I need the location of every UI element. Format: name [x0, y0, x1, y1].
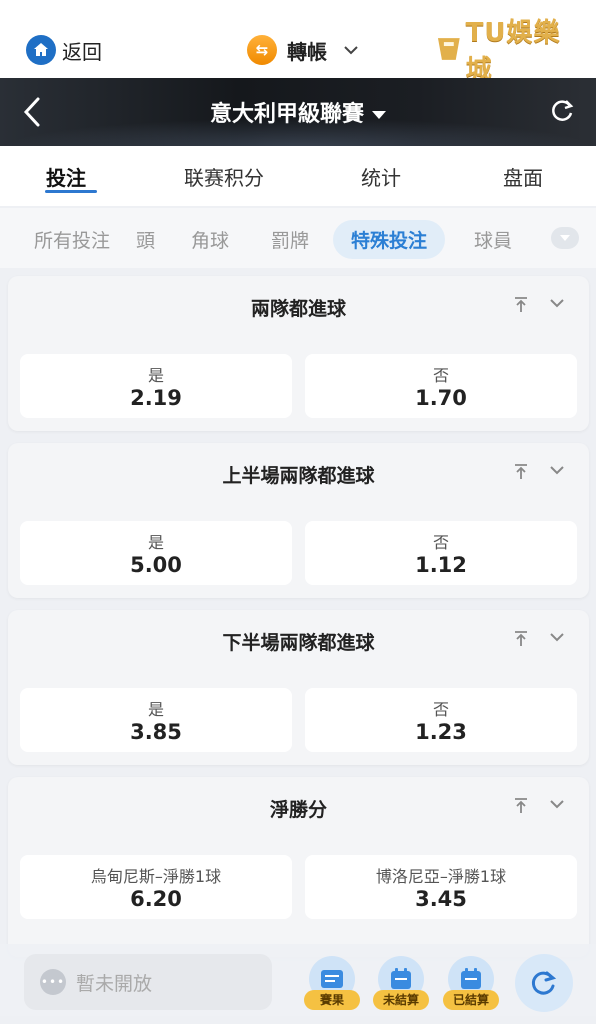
selection-odds: 1.23	[415, 720, 467, 744]
refresh-button[interactable]	[515, 954, 573, 1012]
selection-label: 否	[432, 700, 449, 719]
selection-label: 否	[432, 366, 449, 385]
selection-button[interactable]: 是 2.19	[20, 354, 292, 418]
market-title: 上半場兩隊都進球	[222, 465, 375, 487]
selection-button[interactable]: 是 3.85	[20, 688, 292, 752]
brand-logo: TU娛樂城	[436, 18, 586, 85]
subtab-corners[interactable]: 角球	[191, 226, 229, 253]
selection-odds: 3.85	[130, 720, 182, 744]
selection-button[interactable]: 是 5.00	[20, 521, 292, 585]
transfer-label: 轉帳	[287, 39, 327, 64]
bottom-bar: ••• 暫未開放 賽果 未結算 已結算	[0, 944, 596, 1024]
subtab-players[interactable]: 球員	[474, 226, 512, 253]
market-title: 淨勝分	[269, 799, 327, 821]
pin-top-icon[interactable]	[513, 296, 529, 314]
selection-label: 是	[147, 366, 164, 385]
subtab-head[interactable]: 頭	[136, 226, 155, 253]
pin-top-icon[interactable]	[513, 630, 529, 648]
unsettled-label: 未結算	[373, 990, 429, 1010]
selection-button[interactable]: 否 1.70	[305, 354, 577, 418]
settled-button[interactable]: 已結算	[443, 956, 501, 1014]
subtab-special[interactable]: 特殊投注	[333, 220, 446, 259]
active-tab-indicator	[45, 190, 97, 193]
chat-input[interactable]: ••• 暫未開放	[24, 954, 272, 1010]
selection-label: 烏甸尼斯–淨勝1球	[90, 867, 222, 886]
league-header: 意大利甲級聯賽	[0, 78, 596, 146]
transfer-button[interactable]: ⇆ 轉帳	[247, 35, 359, 65]
league-selector[interactable]: 意大利甲級聯賽	[0, 96, 596, 128]
collapse-chevron-icon[interactable]	[549, 797, 565, 811]
selection-odds: 1.12	[415, 553, 467, 577]
subtab-all[interactable]: 所有投注	[34, 226, 110, 253]
selection-button[interactable]: 否 1.12	[305, 521, 577, 585]
collapse-chevron-icon[interactable]	[549, 463, 565, 477]
market-card: 下半場兩隊都進球 是 3.85 否 1.23	[8, 610, 589, 765]
collapse-chevron-icon[interactable]	[549, 296, 565, 310]
refresh-icon[interactable]	[550, 98, 576, 124]
selection-label: 博洛尼亞–淨勝1球	[375, 867, 507, 886]
results-button[interactable]: 賽果	[304, 956, 362, 1014]
pin-top-icon[interactable]	[513, 797, 529, 815]
chevron-down-icon	[344, 46, 358, 55]
selection-odds: 3.45	[415, 887, 467, 911]
selection-odds: 2.19	[130, 386, 182, 410]
selection-button[interactable]: 否 1.23	[305, 688, 577, 752]
main-tabs: 投注 联赛积分 统计 盘面	[0, 146, 596, 206]
tab-board[interactable]: 盘面	[503, 162, 543, 191]
tab-statistics[interactable]: 统计	[361, 162, 401, 191]
top-bar: 返回 ⇆ 轉帳 TU娛樂城	[0, 0, 596, 85]
back-button[interactable]: 返回	[26, 35, 102, 65]
selection-odds: 6.20	[130, 887, 182, 911]
collapse-chevron-icon[interactable]	[549, 630, 565, 644]
selection-label: 是	[147, 700, 164, 719]
logo-emblem-icon	[437, 38, 460, 60]
tab-bet[interactable]: 投注	[46, 162, 86, 191]
settled-label: 已結算	[443, 990, 499, 1010]
market-filter-tabs: 所有投注 頭 角球 罰牌 特殊投注 球員	[0, 208, 596, 268]
market-card: 淨勝分 烏甸尼斯–淨勝1球 6.20 博洛尼亞–淨勝1球 3.45	[8, 777, 589, 957]
selection-label: 是	[147, 533, 164, 552]
home-icon	[26, 35, 56, 65]
market-card: 上半場兩隊都進球 是 5.00 否 1.12	[8, 443, 589, 598]
logo-text: TU娛樂城	[465, 18, 561, 85]
caret-down-icon	[372, 111, 386, 119]
league-title: 意大利甲級聯賽	[209, 102, 364, 127]
results-label: 賽果	[304, 990, 360, 1010]
unsettled-button[interactable]: 未結算	[373, 956, 431, 1014]
selection-button[interactable]: 博洛尼亞–淨勝1球 3.45	[305, 855, 577, 919]
transfer-coin-icon: ⇆	[247, 35, 277, 65]
back-label: 返回	[62, 39, 102, 64]
more-tabs-icon[interactable]	[551, 227, 579, 249]
tab-standings[interactable]: 联赛积分	[184, 162, 264, 191]
market-title: 兩隊都進球	[250, 298, 346, 320]
selection-odds: 5.00	[130, 553, 182, 577]
refresh-icon	[531, 971, 557, 995]
market-card: 兩隊都進球 是 2.19 否 1.70	[8, 276, 589, 431]
selection-button[interactable]: 烏甸尼斯–淨勝1球 6.20	[20, 855, 292, 919]
selection-odds: 1.70	[415, 386, 467, 410]
chat-placeholder: 暫未開放	[76, 972, 153, 995]
pin-top-icon[interactable]	[513, 463, 529, 481]
subtab-cards[interactable]: 罰牌	[271, 226, 309, 253]
market-title: 下半場兩隊都進球	[222, 632, 375, 654]
chat-bubble-icon: •••	[40, 969, 66, 995]
selection-label: 否	[432, 533, 449, 552]
